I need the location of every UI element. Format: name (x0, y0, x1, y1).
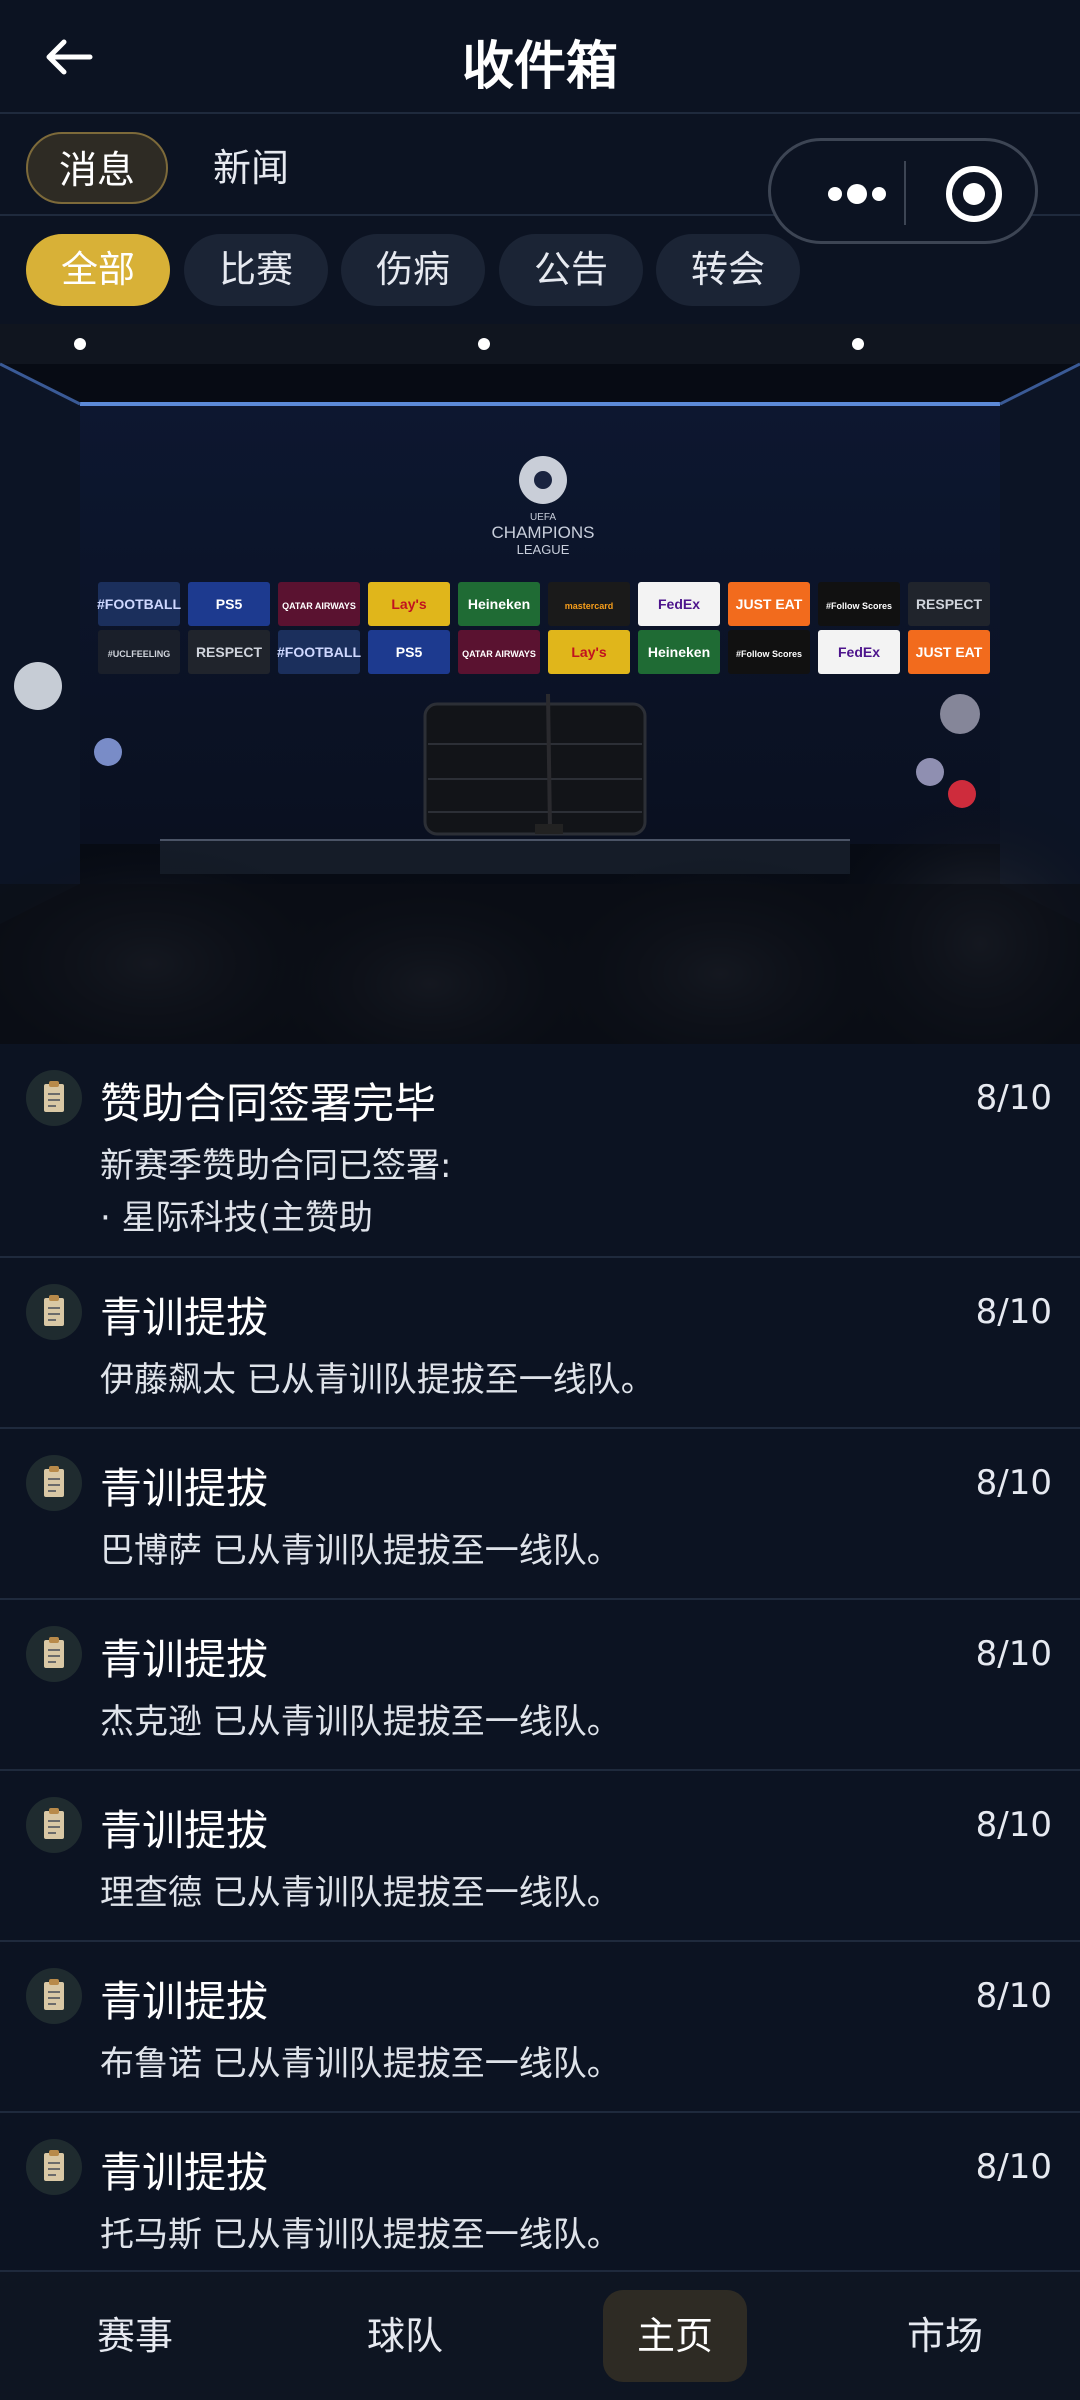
message-title: 青训提拔 (100, 1977, 269, 2026)
sponsor-label: QATAR AIRWAYS (282, 601, 356, 611)
message-body: 布鲁诺 已从青训队提拔至一线队。 (100, 2044, 621, 2084)
message-title: 青训提拔 (100, 1464, 269, 1513)
sponsor-label: RESPECT (916, 596, 983, 612)
sponsor-label: JUST EAT (736, 596, 803, 612)
nav-competitions[interactable]: 赛事 (63, 2290, 207, 2382)
message-item[interactable]: 青训提拔 8/10 理查德 已从青训队提拔至一线队。 (0, 1771, 1080, 1942)
page-title: 收件箱 (461, 37, 618, 97)
clipboard-icon (26, 1797, 82, 1853)
sponsor-label: JUST EAT (916, 644, 983, 660)
clipboard-icon (26, 1626, 82, 1682)
nav-home[interactable]: 主页 (603, 2290, 747, 2382)
sponsor-label: RESPECT (196, 644, 263, 660)
bottom-nav: 赛事 球队 主页 市场 (0, 2270, 1080, 2400)
tab-news[interactable]: 新闻 (190, 132, 312, 204)
message-date: 8/10 (975, 1078, 1052, 1118)
tab-messages[interactable]: 消息 (26, 132, 168, 204)
message-body: 巴博萨 已从青训队提拔至一线队。 (100, 1531, 621, 1571)
message-date: 8/10 (975, 1292, 1052, 1332)
filter-transfer[interactable]: 转会 (656, 234, 800, 306)
inbox-screen: 收件箱 消息 新闻 全部 比赛 伤病 公告 转会 UEFA CHAMPIONS … (0, 0, 1080, 2400)
message-date: 8/10 (975, 2147, 1052, 2187)
sponsor-label: QATAR AIRWAYS (462, 649, 536, 659)
message-date: 8/10 (975, 1976, 1052, 2016)
message-date: 8/10 (975, 1634, 1052, 1674)
sponsor-label: Heineken (648, 644, 710, 660)
logo-line-2: CHAMPIONS (492, 523, 595, 542)
message-item[interactable]: 青训提拔 8/10 布鲁诺 已从青训队提拔至一线队。 (0, 1942, 1080, 2113)
message-date: 8/10 (975, 1805, 1052, 1845)
filter-match[interactable]: 比赛 (184, 234, 328, 306)
sponsor-label: mastercard (565, 601, 614, 611)
capsule-divider (904, 161, 906, 225)
header: 收件箱 (0, 0, 1080, 114)
message-item[interactable]: 青训提拔 8/10 伊藤飙太 已从青训队提拔至一线队。 (0, 1258, 1080, 1429)
sponsor-label: Lay's (391, 596, 426, 612)
nav-market[interactable]: 市场 (873, 2290, 1017, 2382)
message-item[interactable]: 青训提拔 8/10 巴博萨 已从青训队提拔至一线队。 (0, 1429, 1080, 1600)
message-item[interactable]: 青训提拔 8/10 杰克逊 已从青训队提拔至一线队。 (0, 1600, 1080, 1771)
more-dots-icon[interactable] (809, 167, 905, 221)
message-title: 青训提拔 (100, 1806, 269, 1855)
sponsor-label: #FOOTBALL (97, 596, 181, 612)
message-body: 理查德 已从青训队提拔至一线队。 (100, 1873, 621, 1913)
sponsor-label: PS5 (216, 596, 243, 612)
sponsor-label: FedEx (838, 644, 880, 660)
logo-line-3: LEAGUE (517, 542, 570, 557)
nav-team[interactable]: 球队 (333, 2290, 477, 2382)
record-circle-icon[interactable] (943, 163, 1005, 225)
filter-announcement[interactable]: 公告 (499, 234, 643, 306)
sponsor-label: PS5 (396, 644, 423, 660)
press-conference-banner: UEFA CHAMPIONS LEAGUE #FOOTBALL PS5 QATAR … (0, 324, 1080, 1044)
message-item[interactable]: 赞助合同签署完毕 8/10 新赛季赞助合同已签署: · 星际科技(主赞助 (0, 1044, 1080, 1258)
clipboard-icon (26, 1284, 82, 1340)
sponsor-label: #Follow Scores (736, 649, 802, 659)
message-item[interactable]: 青训提拔 8/10 托马斯 已从青训队提拔至一线队。 (0, 2113, 1080, 2270)
clipboard-icon (26, 1968, 82, 2024)
clipboard-icon (26, 1455, 82, 1511)
message-body: 杰克逊 已从青训队提拔至一线队。 (100, 1702, 621, 1742)
filter-injury[interactable]: 伤病 (341, 234, 485, 306)
miniprogram-capsule (768, 138, 1038, 244)
press-room-illustration: UEFA CHAMPIONS LEAGUE #FOOTBALL PS5 QATAR … (0, 324, 1080, 1044)
message-title: 青训提拔 (100, 1635, 269, 1684)
sponsor-label: #Follow Scores (826, 601, 892, 611)
clipboard-icon (26, 2139, 82, 2195)
sponsor-label: #UCLFEELING (108, 649, 171, 659)
filter-all[interactable]: 全部 (26, 234, 170, 306)
message-title: 青训提拔 (100, 2148, 269, 2197)
message-body: 新赛季赞助合同已签署: · 星际科技(主赞助 (100, 1146, 452, 1238)
message-title: 赞助合同签署完毕 (100, 1079, 437, 1128)
sponsor-label: FedEx (658, 596, 700, 612)
message-title: 青训提拔 (100, 1293, 269, 1342)
sponsor-label: #FOOTBALL (277, 644, 361, 660)
message-date: 8/10 (975, 1463, 1052, 1503)
logo-line-1: UEFA (530, 512, 556, 523)
sponsor-label: Heineken (468, 596, 530, 612)
clipboard-icon (26, 1070, 82, 1126)
message-body: 托马斯 已从青训队提拔至一线队。 (100, 2215, 621, 2255)
message-body: 伊藤飙太 已从青训队提拔至一线队。 (100, 1360, 655, 1400)
sponsor-label: Lay's (571, 644, 606, 660)
